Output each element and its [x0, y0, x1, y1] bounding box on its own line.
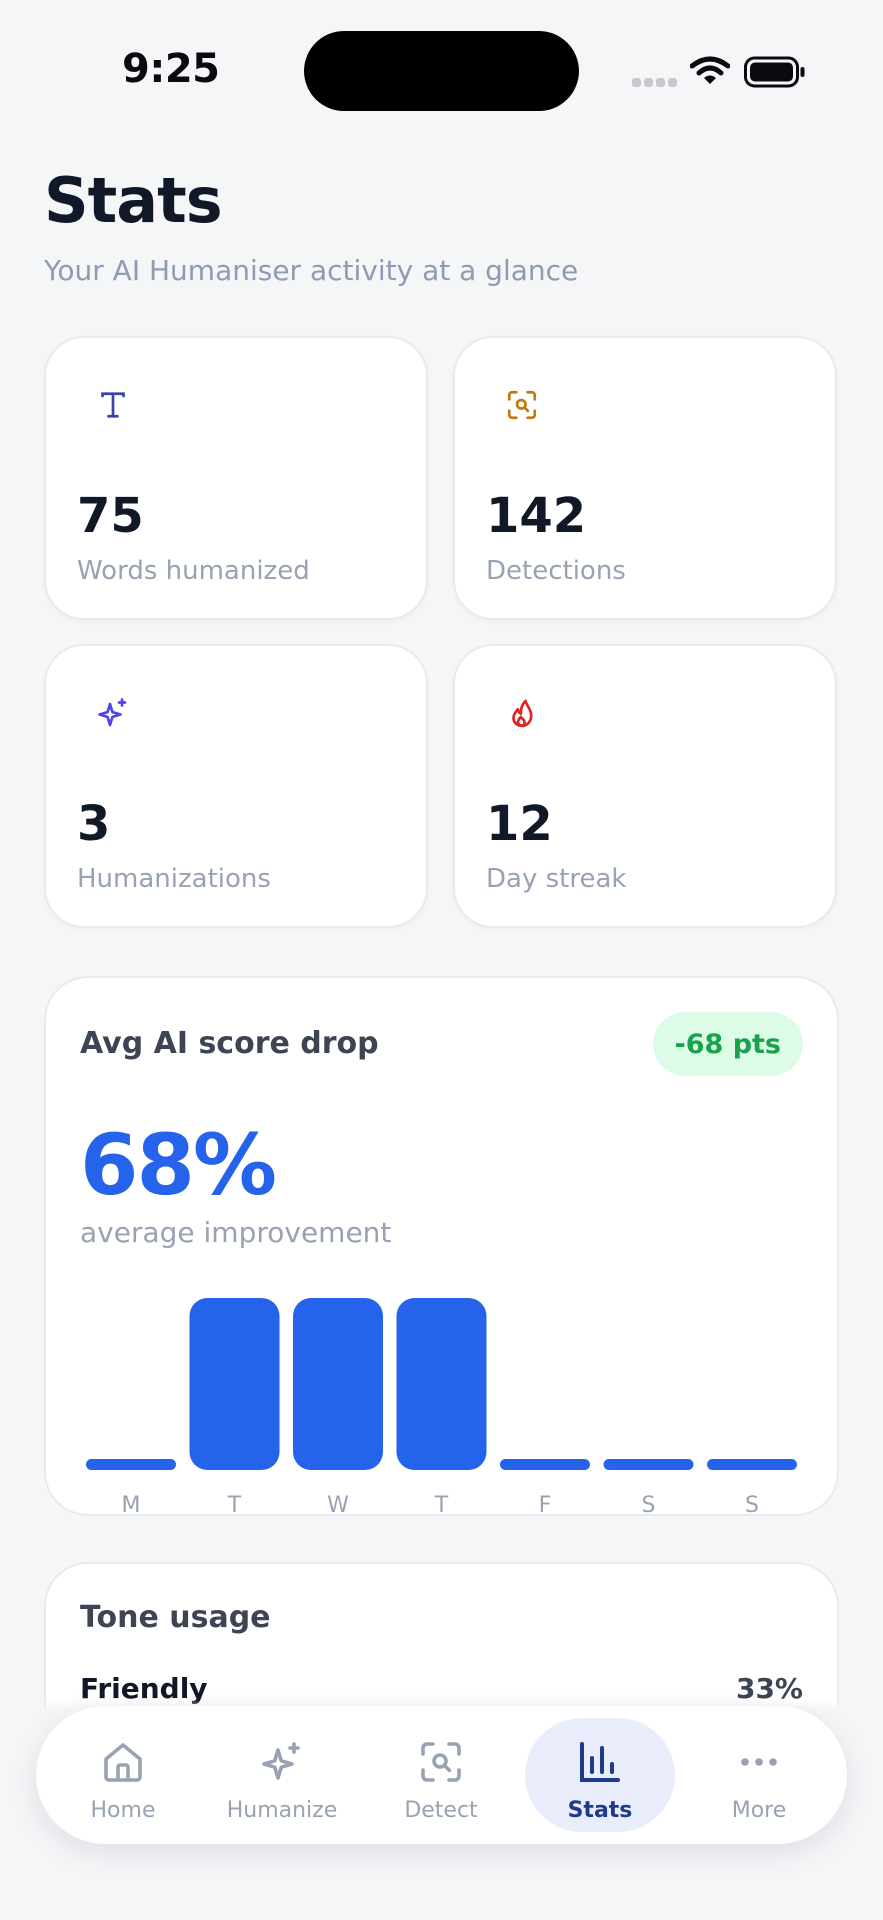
flame-icon	[486, 677, 557, 748]
stat-card-detections: 142 Detections	[453, 336, 837, 620]
page-subtitle: Your AI Humaniser activity at a glance	[44, 254, 579, 287]
tab-label: Stats	[567, 1798, 633, 1823]
tab-label: Detect	[404, 1798, 478, 1823]
chart-tick-label: S	[745, 1493, 759, 1518]
tab-label: Humanize	[226, 1798, 338, 1823]
dynamic-island	[304, 31, 579, 111]
chart-tick-label: W	[327, 1493, 349, 1518]
stat-value: 12	[486, 796, 553, 852]
chart-bar-2	[293, 1298, 383, 1470]
stat-card-words: 75 Words humanized	[44, 336, 428, 620]
status-time: 9:25	[122, 46, 220, 92]
cellular-signal-icon	[632, 78, 678, 88]
chart-bar-1	[189, 1298, 280, 1470]
stat-label: Day streak	[486, 864, 627, 894]
scan-search-icon	[421, 1742, 461, 1782]
chart-tick-label: T	[227, 1493, 242, 1518]
chart-tick-label: S	[642, 1493, 656, 1518]
stat-value: 3	[77, 796, 111, 852]
tone-title: Tone usage	[80, 1600, 271, 1635]
stat-label: Detections	[486, 556, 626, 586]
scan-search-icon	[486, 369, 557, 440]
chart-tick-label: T	[434, 1493, 449, 1518]
more-dots-icon	[741, 1758, 777, 1766]
tab-detect[interactable]: Detect	[366, 1718, 516, 1832]
bar-chart-icon	[580, 1742, 620, 1782]
tab-more[interactable]: More	[684, 1718, 834, 1832]
stats-screen: 9:25 Stats Your AI Humaniser activity at…	[0, 0, 883, 1920]
stat-label: Humanizations	[77, 864, 271, 894]
chart-bar-5	[603, 1459, 694, 1470]
tab-label: Home	[90, 1798, 156, 1823]
tab-home[interactable]: Home	[48, 1718, 198, 1832]
text-t-icon	[77, 369, 148, 440]
stat-card-streak: 12 Day streak	[453, 644, 837, 928]
tab-humanize[interactable]: Humanize	[207, 1718, 357, 1832]
chart-bar-3	[396, 1298, 487, 1470]
chart-bar-4	[500, 1459, 590, 1470]
home-icon	[104, 1743, 142, 1782]
chart-tick-label: F	[539, 1493, 552, 1518]
page-title: Stats	[44, 164, 223, 237]
sparkles-icon	[262, 1742, 300, 1780]
stat-value: 75	[77, 488, 144, 544]
chart-tick-label: M	[122, 1493, 141, 1518]
tab-stats[interactable]: Stats	[525, 1718, 675, 1832]
battery-icon	[744, 56, 805, 88]
chart-bar-6	[707, 1459, 797, 1470]
stat-card-humanizations: 3 Humanizations	[44, 644, 428, 928]
wifi-icon	[690, 56, 730, 84]
chart-bar-0	[86, 1459, 176, 1470]
ai-score-card: Avg AI score drop -68 pts 68% average im…	[44, 976, 839, 1518]
bottom-tab-bar: Home Humanize Detect Stats More	[36, 1706, 847, 1844]
stat-label: Words humanized	[77, 556, 310, 586]
sparkles-icon	[77, 677, 148, 748]
stat-value: 142	[486, 488, 587, 544]
weekly-bar-chart: MTWTFSS	[86, 1298, 797, 1518]
tab-label: More	[731, 1798, 787, 1823]
